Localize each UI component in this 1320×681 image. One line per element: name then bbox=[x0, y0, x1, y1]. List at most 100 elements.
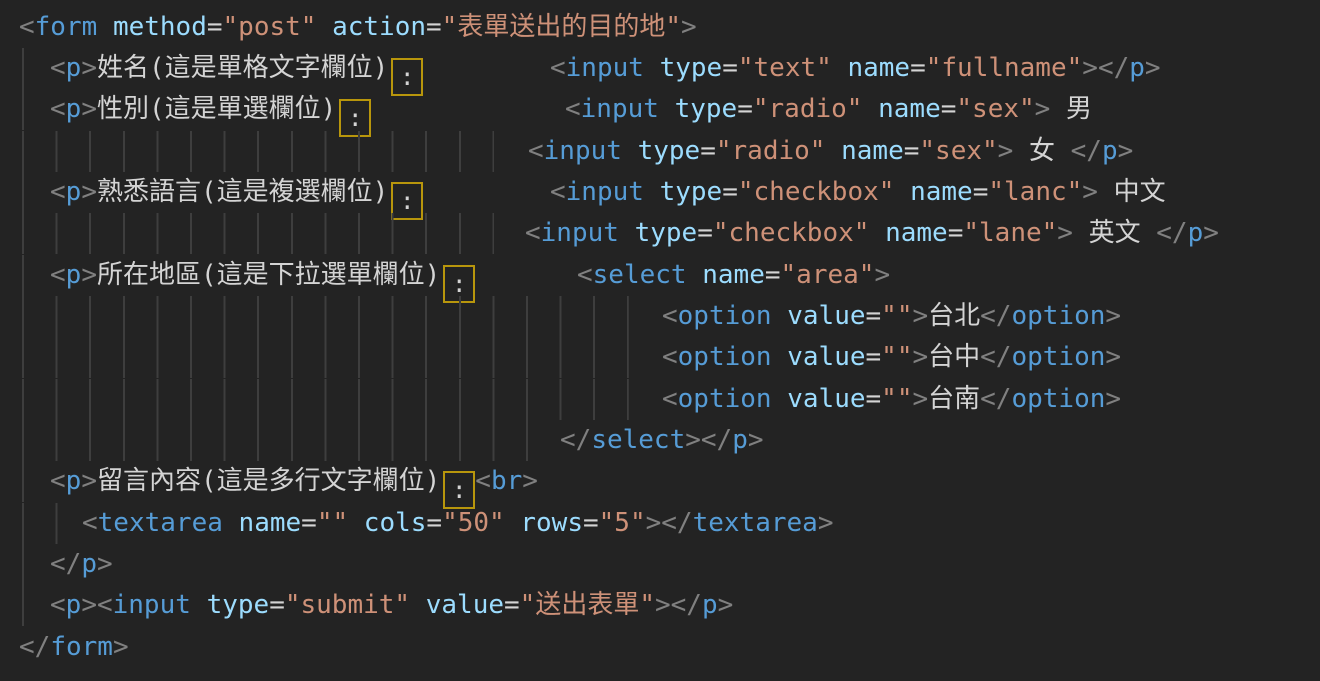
code-line[interactable]: </form> bbox=[0, 627, 1320, 668]
code-token: > bbox=[646, 508, 662, 538]
code-token: = bbox=[426, 12, 442, 42]
code-token bbox=[772, 301, 788, 331]
code-line[interactable]: <option value="">台南</option> bbox=[0, 379, 1320, 420]
code-token: </ bbox=[19, 632, 50, 662]
code-line[interactable]: </p> bbox=[0, 544, 1320, 585]
code-token: 中文 bbox=[1098, 177, 1166, 207]
code-token: type bbox=[660, 177, 723, 207]
code-token: "post" bbox=[223, 12, 317, 42]
code-token: "" bbox=[881, 301, 912, 331]
code-token: = bbox=[269, 590, 285, 620]
code-token: type bbox=[207, 590, 270, 620]
code-line[interactable]: <input type="checkbox" name="lane"> 英文 <… bbox=[0, 213, 1320, 254]
code-token: value bbox=[787, 301, 865, 331]
code-editor[interactable]: <form method="post" action="表單送出的目的地"><p… bbox=[0, 0, 1320, 681]
code-token: = bbox=[973, 177, 989, 207]
code-token: > bbox=[97, 549, 113, 579]
code-token bbox=[348, 508, 364, 538]
code-token: > bbox=[522, 466, 538, 496]
code-token: = bbox=[722, 53, 738, 83]
code-line[interactable]: <option value="">台中</option> bbox=[0, 337, 1320, 378]
code-token: > bbox=[113, 632, 129, 662]
code-token: name bbox=[847, 53, 910, 83]
code-token: br bbox=[491, 466, 522, 496]
code-token bbox=[687, 260, 703, 290]
code-token: > bbox=[81, 466, 97, 496]
code-token: "radio" bbox=[716, 136, 826, 166]
code-token: p bbox=[1102, 136, 1118, 166]
code-line[interactable]: <form method="post" action="表單送出的目的地"> bbox=[0, 7, 1320, 48]
code-token: > bbox=[912, 384, 928, 414]
code-token: = bbox=[583, 508, 599, 538]
code-line[interactable]: <p>姓名(這是單格文字欄位):<input type="text" name=… bbox=[0, 48, 1320, 89]
code-token: = bbox=[426, 508, 442, 538]
code-line[interactable]: <p><input type="submit" value="送出表單"></p… bbox=[0, 585, 1320, 626]
code-token bbox=[622, 136, 638, 166]
code-token: name bbox=[910, 177, 973, 207]
code-token: input bbox=[581, 94, 659, 124]
code-token: p bbox=[702, 590, 718, 620]
code-token: > bbox=[81, 94, 97, 124]
code-token: "radio" bbox=[753, 94, 863, 124]
code-token: input bbox=[566, 53, 644, 83]
code-line[interactable]: <p>所在地區(這是下拉選單欄位):<select name="area"> bbox=[0, 255, 1320, 296]
code-line[interactable]: <textarea name="" cols="50" rows="5"></t… bbox=[0, 503, 1320, 544]
code-token: input bbox=[544, 136, 622, 166]
code-token: < bbox=[528, 136, 544, 166]
code-token: </ bbox=[1156, 218, 1187, 248]
code-token: option bbox=[1011, 384, 1105, 414]
code-token: > bbox=[1105, 384, 1121, 414]
code-token: 所在地區(這是下拉選單欄位) bbox=[97, 260, 440, 290]
code-token: 台南 bbox=[928, 384, 980, 414]
code-token: 台中 bbox=[928, 342, 980, 372]
code-token: p bbox=[66, 177, 82, 207]
code-token: type bbox=[638, 136, 701, 166]
code-token: = bbox=[866, 342, 882, 372]
code-token: = bbox=[301, 508, 317, 538]
code-line-tail: <select name="area"> bbox=[577, 255, 890, 296]
code-token: type bbox=[660, 53, 723, 83]
code-token: p bbox=[1129, 53, 1145, 83]
code-token: < bbox=[475, 466, 491, 496]
code-token: "" bbox=[881, 384, 912, 414]
code-token: < bbox=[19, 12, 35, 42]
code-token: > bbox=[818, 508, 834, 538]
code-token: > bbox=[912, 301, 928, 331]
code-token: </ bbox=[1071, 136, 1102, 166]
code-token bbox=[644, 177, 660, 207]
code-token: "50" bbox=[442, 508, 505, 538]
code-token bbox=[894, 177, 910, 207]
code-token: option bbox=[1011, 342, 1105, 372]
code-line[interactable]: <p>性別(這是單選欄位):<input type="radio" name="… bbox=[0, 89, 1320, 130]
code-token: p bbox=[66, 260, 82, 290]
code-token: p bbox=[66, 94, 82, 124]
code-token: rows bbox=[520, 508, 583, 538]
code-token: </ bbox=[661, 508, 692, 538]
code-token: value bbox=[787, 384, 865, 414]
code-token: 留言內容(這是多行文字欄位) bbox=[97, 466, 440, 496]
code-line[interactable]: </select></p> bbox=[0, 420, 1320, 461]
code-token: name bbox=[239, 508, 302, 538]
code-line[interactable]: <p>熟悉語言(這是複選欄位):<input type="checkbox" n… bbox=[0, 172, 1320, 213]
code-token: "" bbox=[317, 508, 348, 538]
code-token: "fullname" bbox=[926, 53, 1083, 83]
code-token bbox=[410, 590, 426, 620]
code-token: > bbox=[685, 425, 701, 455]
code-token: > bbox=[1118, 136, 1134, 166]
code-line[interactable]: <option value="">台北</option> bbox=[0, 296, 1320, 337]
code-token: = bbox=[697, 218, 713, 248]
code-token: 性別(這是單選欄位) bbox=[97, 94, 336, 124]
code-line[interactable]: <input type="radio" name="sex"> 女 </p> bbox=[0, 131, 1320, 172]
code-token: </ bbox=[701, 425, 732, 455]
code-token: input bbox=[113, 590, 191, 620]
code-token bbox=[191, 590, 207, 620]
code-token: input bbox=[566, 177, 644, 207]
code-line[interactable]: <p>留言內容(這是多行文字欄位):<br> bbox=[0, 461, 1320, 502]
code-token bbox=[659, 94, 675, 124]
code-token: "checkbox" bbox=[713, 218, 870, 248]
code-token: 台北 bbox=[928, 301, 980, 331]
code-token: name bbox=[841, 136, 904, 166]
code-token: option bbox=[678, 342, 772, 372]
code-token: < bbox=[550, 177, 566, 207]
code-token: = bbox=[504, 590, 520, 620]
